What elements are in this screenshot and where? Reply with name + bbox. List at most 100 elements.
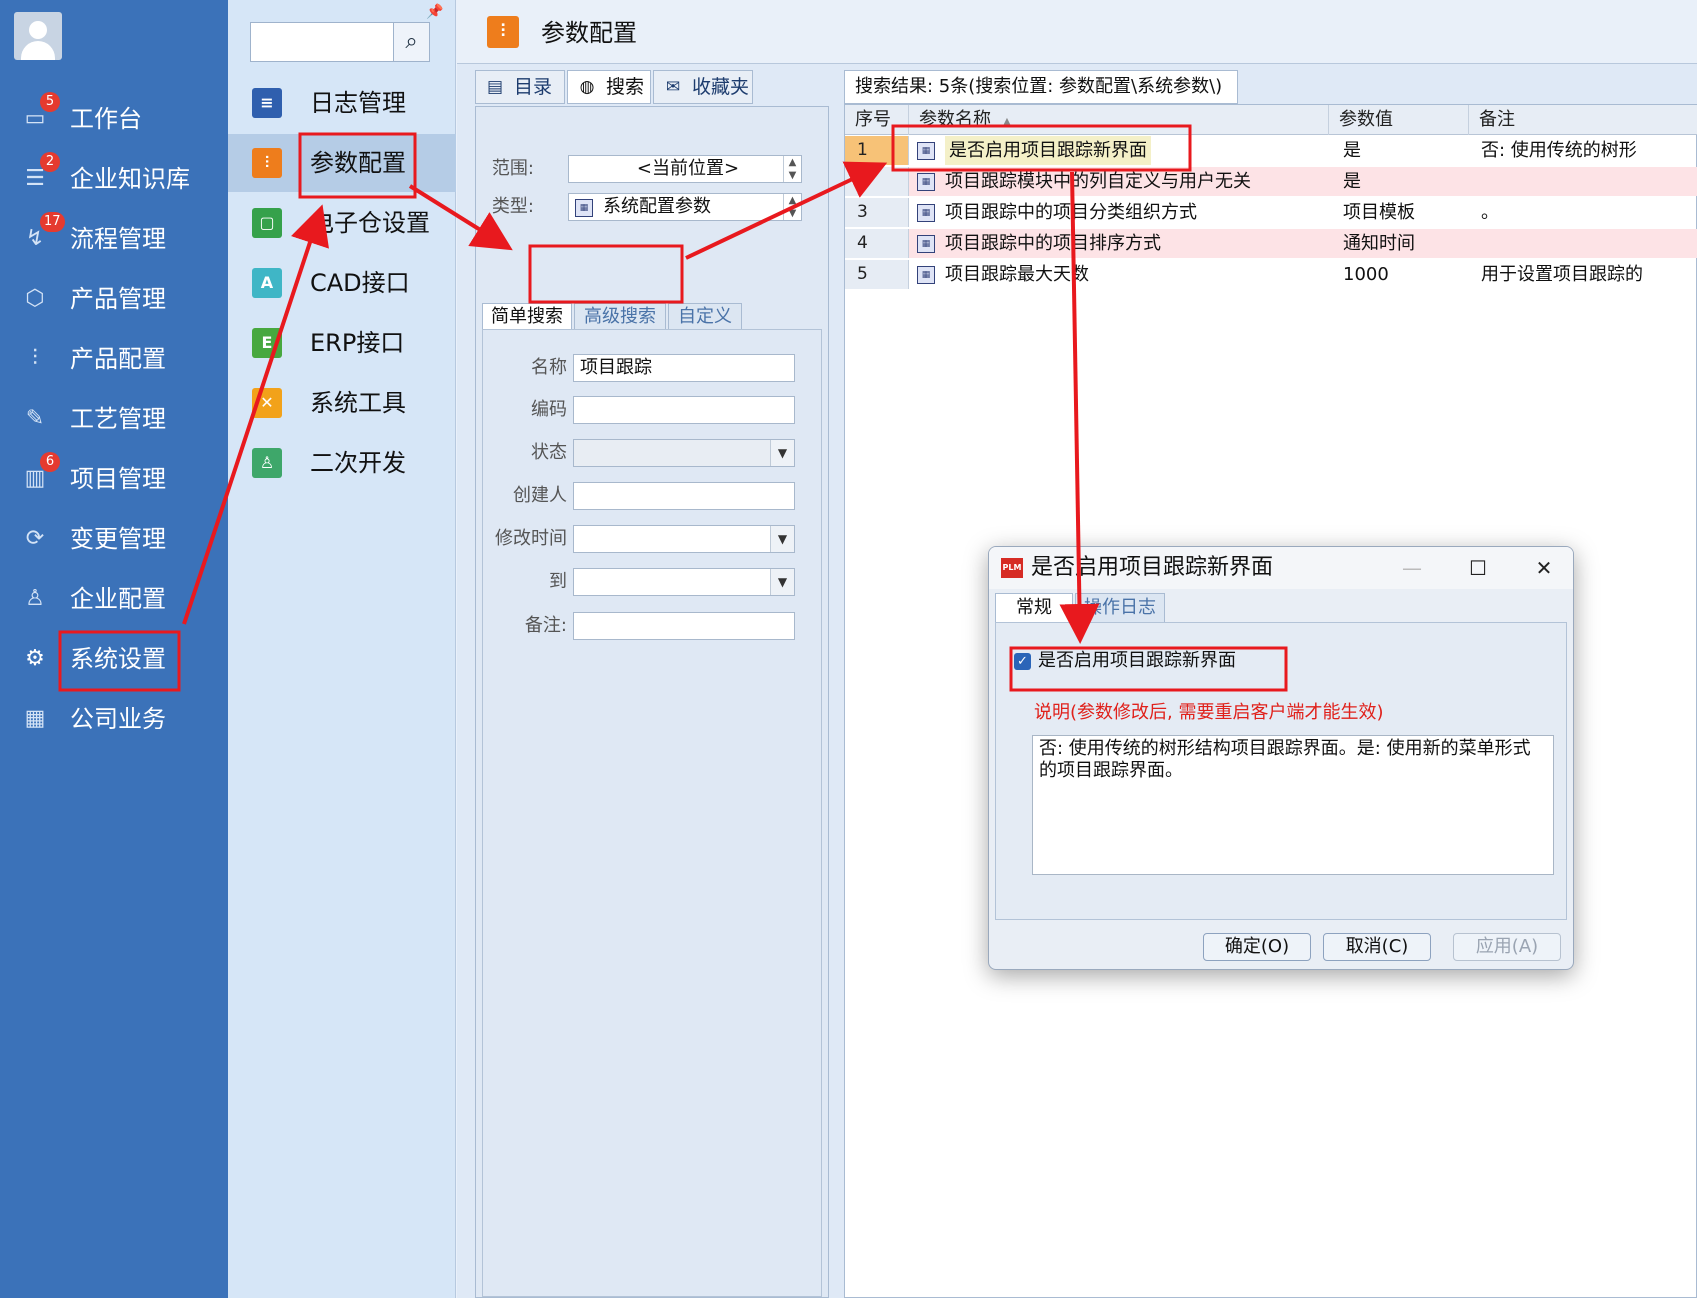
submenu-search-input[interactable]: ⌕ — [250, 22, 430, 62]
sidebar-item-label: 企业配置 — [70, 585, 166, 613]
row-seq: 3 — [845, 198, 909, 227]
cad-icon: A — [252, 268, 282, 298]
catalog-icon: ▤ — [486, 77, 504, 97]
submenu-item-1[interactable]: ≡ 日志管理 — [228, 74, 456, 132]
search-pane: ▤ 目录 ◍ 搜索 ✉ 收藏夹 范围: <当前位置> ▲ ▼ 类型: ▦ 系统配置参数 ▲ ▼… — [475, 68, 829, 1298]
notification-badge: 5 — [40, 92, 60, 112]
description-textarea[interactable]: 否: 使用传统的树形结构项目跟踪界面。是: 使用新的菜单形式的项目跟踪界面。 — [1032, 735, 1554, 875]
table-row[interactable]: 1 ▦ 是否启用项目跟踪新界面 是 否: 使用传统的树形 — [845, 136, 1697, 165]
row-name: 项目跟踪模块中的列自定义与用户无关 — [945, 171, 1251, 192]
search-mode-tab-3[interactable]: 自定义 — [668, 303, 742, 331]
type-select[interactable]: ▦ 系统配置参数 ▲ ▼ — [568, 193, 802, 221]
column-note[interactable]: 备注 — [1469, 105, 1697, 135]
chevron-down-icon[interactable]: ▼ — [770, 440, 794, 466]
main-header: ⫶ 参数配置 — [457, 0, 1697, 64]
tab-3[interactable]: ✉ 收藏夹 — [653, 70, 753, 104]
modified-date-picker[interactable]: ▼ — [573, 525, 795, 553]
log-icon: ≡ — [252, 88, 282, 118]
row-seq: 2 — [845, 167, 909, 196]
sidebar-item-6[interactable]: ✎ 工艺管理 — [0, 394, 228, 444]
name-input[interactable]: 项目跟踪 — [573, 354, 795, 382]
table-row[interactable]: 4 ▦ 项目跟踪中的项目排序方式 通知时间 — [845, 229, 1697, 258]
table-row[interactable]: 3 ▦ 项目跟踪中的项目分类组织方式 项目模板 。 — [845, 198, 1697, 227]
to-label: 到 — [549, 571, 567, 592]
scope-label: 范围: — [491, 158, 534, 179]
column-name[interactable]: 参数名称 ▲ — [909, 105, 1329, 135]
row-value: 1000 — [1343, 264, 1389, 285]
submenu-item-label: 二次开发 — [310, 449, 406, 477]
creator-input[interactable] — [573, 482, 795, 510]
submenu-item-label: 电子仓设置 — [310, 209, 430, 237]
submenu-item-7[interactable]: ♙ 二次开发 — [228, 434, 456, 492]
tab-1[interactable]: ▤ 目录 — [475, 70, 565, 104]
minimize-icon[interactable]: — — [1389, 553, 1435, 583]
sidebar-item-7[interactable]: ▥ 6 项目管理 — [0, 452, 228, 504]
sidebar-item-10[interactable]: ⚙ 系统设置 — [0, 634, 228, 684]
avatar[interactable] — [14, 12, 62, 60]
params-icon: ⫶ — [487, 16, 519, 48]
sidebar-item-1[interactable]: ▭ 5 工作台 — [0, 92, 228, 144]
column-seq[interactable]: 序号 — [845, 105, 909, 135]
search-mode-tab-1[interactable]: 简单搜索 — [482, 303, 572, 331]
tab-operation-log[interactable]: 操作日志 — [1075, 593, 1165, 623]
search-icon[interactable]: ⌕ — [393, 23, 429, 61]
param-edit-dialog: PLM 是否启用项目跟踪新界面 — ☐ ✕ 常规 操作日志 ✓ 是否启用项目跟踪… — [988, 546, 1574, 970]
tab-2[interactable]: ◍ 搜索 — [567, 70, 651, 104]
results-tab[interactable]: 搜索结果: 5条(搜索位置: 参数配置\系统参数\) — [844, 70, 1238, 104]
table-row[interactable]: 5 ▦ 项目跟踪最大天数 1000 用于设置项目跟踪的 — [845, 260, 1697, 289]
sidebar-item-8[interactable]: ⟳ 变更管理 — [0, 514, 228, 564]
tab-general[interactable]: 常规 — [995, 593, 1073, 623]
submenu-item-6[interactable]: ✕ 系统工具 — [228, 374, 456, 432]
row-value: 是 — [1343, 140, 1361, 161]
dialog-title-bar[interactable]: PLM 是否启用项目跟踪新界面 — ☐ ✕ — [989, 547, 1573, 589]
chevron-down-icon[interactable]: ▼ — [770, 569, 794, 595]
sidebar-item-4[interactable]: ⬡ 产品管理 — [0, 274, 228, 324]
apply-button[interactable]: 应用(A) — [1453, 933, 1561, 961]
submenu-item-2[interactable]: ⫶ 参数配置 — [228, 134, 456, 192]
code-input[interactable] — [573, 396, 795, 424]
sidebar-item-label: 产品管理 — [70, 285, 166, 313]
ok-button[interactable]: 确定(O) — [1203, 933, 1311, 961]
simple-search-form: 名称 项目跟踪 编码 状态 ▼ 创建人 修改时间 ▼ 到 ▼ 备注: — [482, 329, 822, 1297]
cancel-button[interactable]: 取消(C) — [1323, 933, 1431, 961]
chevron-down-icon[interactable]: ▼ — [770, 526, 794, 552]
submenu-item-5[interactable]: E ERP接口 — [228, 314, 456, 372]
sidebar-item-9[interactable]: ♙ 企业配置 — [0, 574, 228, 624]
pin-icon[interactable]: 📌 — [426, 4, 443, 20]
table-row[interactable]: 2 ▦ 项目跟踪模块中的列自定义与用户无关 是 — [845, 167, 1697, 196]
column-value[interactable]: 参数值 — [1329, 105, 1469, 135]
submenu-item-4[interactable]: A CAD接口 — [228, 254, 456, 312]
sidebar-item-3[interactable]: ↯ 17 流程管理 — [0, 212, 228, 264]
submenu-item-3[interactable]: ▢ 电子仓设置 — [228, 194, 456, 252]
search-mode-tab-2[interactable]: 高级搜索 — [574, 303, 666, 331]
param-icon: ▦ — [917, 142, 935, 160]
to-date-picker[interactable]: ▼ — [573, 568, 795, 596]
dialog-body: ✓ 是否启用项目跟踪新界面 说明(参数修改后, 需要重启客户端才能生效) 否: … — [995, 622, 1567, 920]
param-icon: ▦ — [917, 235, 935, 253]
param-icon: ▦ — [575, 199, 593, 217]
row-value: 是 — [1343, 171, 1361, 192]
sidebar-item-11[interactable]: ▦ 公司业务 — [0, 694, 228, 744]
param-icon: ▦ — [917, 266, 935, 284]
enable-checkbox-label[interactable]: 是否启用项目跟踪新界面 — [1038, 649, 1236, 673]
sidebar-item-5[interactable]: ⫶ 产品配置 — [0, 334, 228, 384]
scope-spin-icon[interactable]: ▲ ▼ — [783, 156, 801, 182]
refresh-icon: ⟳ — [25, 526, 45, 551]
row-name: 是否启用项目跟踪新界面 — [945, 136, 1151, 165]
remark-input[interactable] — [573, 612, 795, 640]
status-label: 状态 — [531, 442, 567, 463]
enable-checkbox[interactable]: ✓ — [1014, 653, 1031, 670]
sidebar-item-label: 公司业务 — [70, 705, 166, 733]
notification-badge: 6 — [40, 452, 60, 472]
sidebar-item-2[interactable]: ☰ 2 企业知识库 — [0, 152, 228, 204]
close-icon[interactable]: ✕ — [1521, 553, 1567, 583]
remark-label: 备注: — [524, 615, 567, 636]
maximize-icon[interactable]: ☐ — [1455, 553, 1501, 583]
scope-select[interactable]: <当前位置> ▲ ▼ — [568, 155, 802, 183]
users-icon: ♙ — [25, 586, 45, 611]
restart-hint: 说明(参数修改后, 需要重启客户端才能生效) — [1034, 702, 1384, 723]
type-spin-icon[interactable]: ▲ ▼ — [783, 194, 801, 220]
main-sidebar: ▭ 5 工作台 ☰ 2 企业知识库 ↯ 17 流程管理 ⬡ 产品管理 ⫶ 产品配置 ✎ 工艺管理 ▥ 6 项目管理… — [0, 0, 228, 1298]
erp-icon: E — [252, 328, 282, 358]
status-select[interactable]: ▼ — [573, 439, 795, 467]
